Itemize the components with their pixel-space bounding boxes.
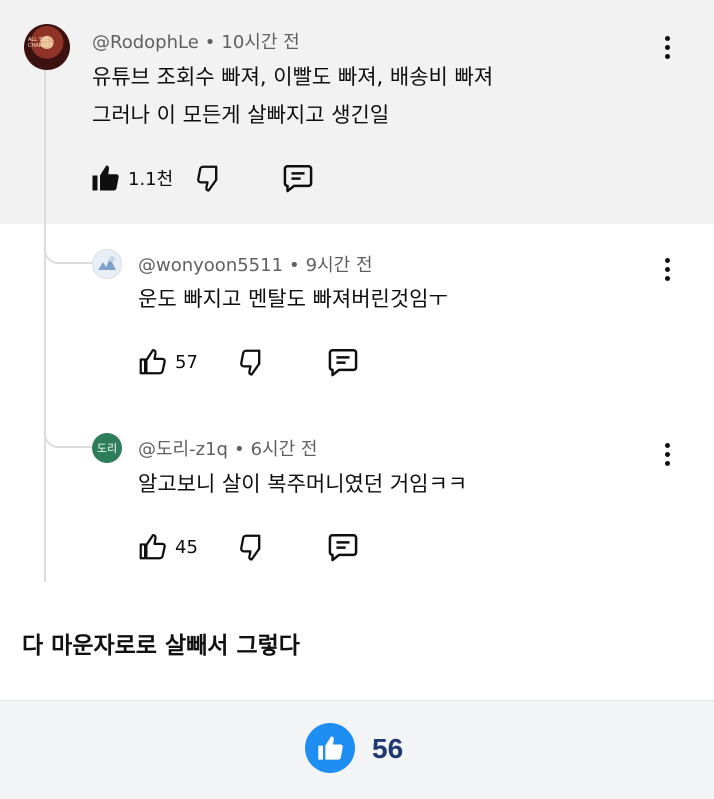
reply-actions: 45 bbox=[137, 531, 360, 563]
reply-icon[interactable] bbox=[281, 162, 315, 194]
avatar[interactable] bbox=[92, 249, 122, 279]
reply-meta: @wonyoon5511 • 9시간 전 bbox=[138, 251, 373, 277]
like-count: 45 bbox=[175, 536, 198, 558]
reply-author[interactable]: @wonyoon5511 bbox=[138, 255, 283, 276]
like-icon[interactable] bbox=[137, 347, 167, 377]
more-options-icon[interactable] bbox=[662, 443, 672, 467]
reply-time: 6시간 전 bbox=[250, 439, 318, 460]
avatar-tag: ALL THE CHANGES bbox=[28, 37, 53, 49]
reply-text: 운도 빠지고 멘탈도 빠져버린것임ㅜ bbox=[138, 287, 448, 311]
thread-line bbox=[44, 66, 46, 582]
reply-icon[interactable] bbox=[326, 346, 360, 378]
like-count: 57 bbox=[175, 351, 198, 373]
post-like-count: 56 bbox=[372, 733, 404, 764]
avatar[interactable]: ALL THE CHANGES bbox=[24, 24, 70, 70]
separator-dot: • bbox=[204, 32, 216, 53]
more-options-icon[interactable] bbox=[662, 36, 672, 60]
reply-icon[interactable] bbox=[326, 531, 360, 563]
thread-branch bbox=[44, 410, 92, 448]
dislike-icon[interactable] bbox=[195, 163, 225, 193]
comment-actions: 1.1천 bbox=[90, 162, 315, 194]
dislike-icon[interactable] bbox=[238, 347, 268, 377]
like-count: 1.1천 bbox=[128, 169, 174, 190]
reply-actions: 57 bbox=[137, 346, 360, 378]
thread-branch bbox=[44, 224, 92, 264]
reply-time: 9시간 전 bbox=[305, 255, 373, 276]
separator-dot: • bbox=[233, 439, 245, 460]
comment-meta: @RodophLe • 10시간 전 bbox=[92, 28, 300, 54]
more-options-icon[interactable] bbox=[662, 258, 672, 282]
like-button[interactable] bbox=[305, 723, 355, 773]
avatar[interactable]: 도리 bbox=[92, 433, 122, 463]
comment-line-1: 유튜브 조회수 빠져, 이빨도 빠져, 배송비 빠져 bbox=[92, 65, 494, 89]
like-icon[interactable] bbox=[137, 532, 167, 562]
reply-text: 알고보니 살이 복주머니였던 거임ㅋㅋ bbox=[138, 472, 468, 496]
like-filled-icon[interactable] bbox=[90, 163, 120, 193]
dislike-icon[interactable] bbox=[238, 532, 268, 562]
footer-bar bbox=[0, 700, 714, 799]
reply-author[interactable]: @도리-z1q bbox=[138, 439, 228, 460]
reply-meta: @도리-z1q • 6시간 전 bbox=[138, 435, 317, 461]
thumbs-up-icon bbox=[318, 736, 343, 760]
post-caption: 다 마운자로로 살빼서 그렇다 bbox=[22, 633, 300, 659]
comment-time: 10시간 전 bbox=[221, 32, 300, 53]
comment-author[interactable]: @RodophLe bbox=[92, 32, 199, 53]
separator-dot: • bbox=[289, 255, 300, 276]
comment-line-2: 그러나 이 모든게 살빠지고 생긴일 bbox=[92, 103, 390, 127]
